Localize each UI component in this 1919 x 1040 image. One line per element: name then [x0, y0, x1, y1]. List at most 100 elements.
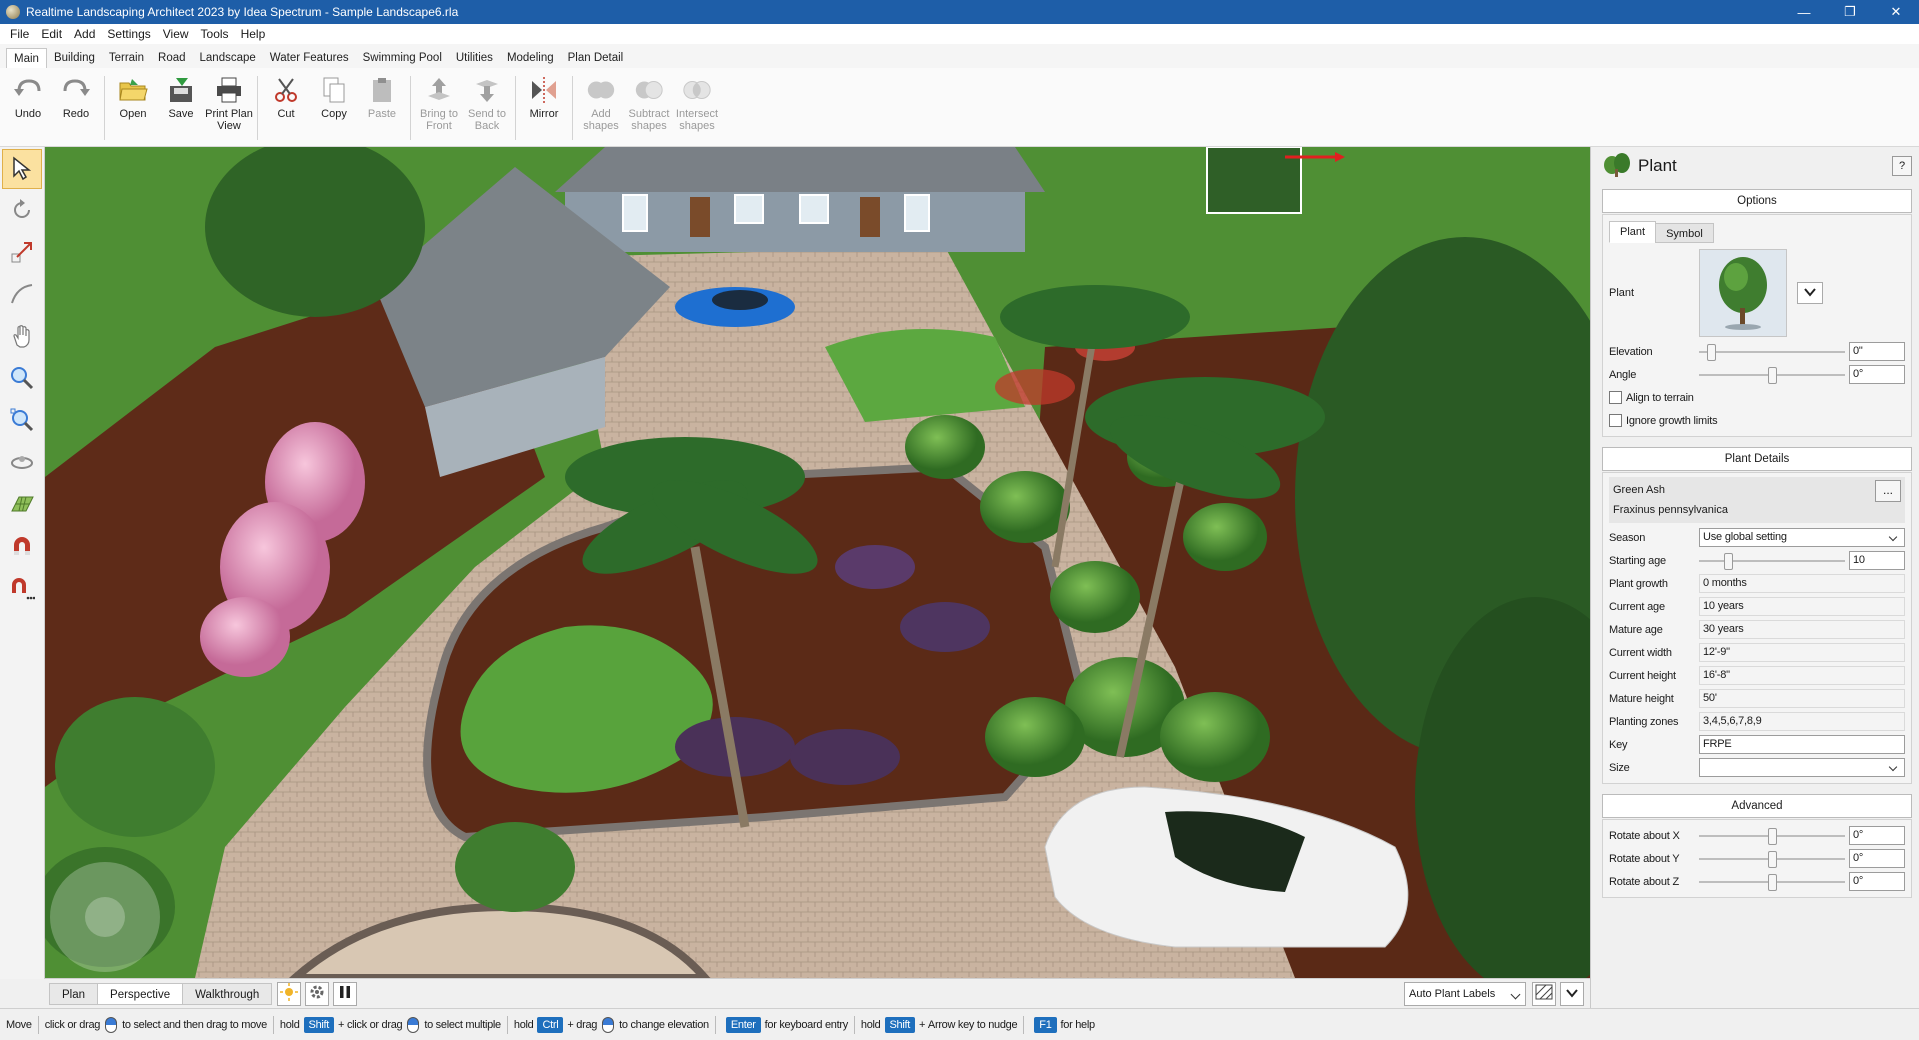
- pan-tool[interactable]: [2, 317, 42, 357]
- app-icon: [6, 5, 20, 19]
- tab-utilities[interactable]: Utilities: [449, 48, 500, 68]
- add-shapes-button[interactable]: Add shapes: [577, 74, 625, 146]
- view-tab-perspective[interactable]: Perspective: [97, 982, 184, 1005]
- title-bar: Realtime Landscaping Architect 2023 by I…: [0, 0, 1919, 24]
- zoom-tool[interactable]: [2, 359, 42, 399]
- select-tool[interactable]: [2, 149, 42, 189]
- orbit-tool[interactable]: [2, 443, 42, 483]
- resize-tool[interactable]: [2, 233, 42, 273]
- advanced-section-header[interactable]: Advanced: [1602, 794, 1912, 818]
- menu-add[interactable]: Add: [68, 24, 101, 44]
- browse-button[interactable]: ...: [1875, 480, 1901, 502]
- rotate-z-input[interactable]: 0°: [1849, 872, 1905, 891]
- tab-building[interactable]: Building: [47, 48, 102, 68]
- elevation-input[interactable]: 0": [1849, 342, 1905, 361]
- menu-edit[interactable]: Edit: [35, 24, 68, 44]
- rotate-x-input[interactable]: 0°: [1849, 826, 1905, 845]
- tab-water-features[interactable]: Water Features: [263, 48, 356, 68]
- toolbar-separator: [104, 76, 105, 140]
- menu-file[interactable]: File: [4, 24, 35, 44]
- grid-tool[interactable]: [2, 485, 42, 525]
- botanical-name: Fraxinus pennsylvanica: [1613, 504, 1728, 516]
- mature-height-value: 50': [1699, 689, 1905, 708]
- copy-button[interactable]: Copy: [310, 74, 358, 146]
- menu-help[interactable]: Help: [235, 24, 272, 44]
- paste-button[interactable]: Paste: [358, 74, 406, 146]
- plant-chooser-button[interactable]: [1797, 282, 1823, 304]
- options-section-header[interactable]: Options: [1602, 189, 1912, 213]
- label-style-button[interactable]: [1532, 981, 1556, 1006]
- plant-labels-dropdown[interactable]: Auto Plant Labels: [1404, 981, 1526, 1006]
- season-dropdown[interactable]: Use global setting: [1699, 528, 1905, 547]
- zoom-extents-tool[interactable]: [2, 401, 42, 441]
- print-plan-view-button[interactable]: Print Plan View: [205, 74, 253, 146]
- tab-road[interactable]: Road: [151, 48, 193, 68]
- plant-details-section-header[interactable]: Plant Details: [1602, 447, 1912, 471]
- render-settings-button[interactable]: [305, 981, 330, 1006]
- tab-main[interactable]: Main: [6, 48, 47, 68]
- view-options-button[interactable]: [1560, 981, 1584, 1006]
- help-button[interactable]: ?: [1892, 156, 1912, 176]
- key-input[interactable]: FRPE: [1699, 735, 1905, 754]
- plant-label: Plant: [1609, 287, 1635, 299]
- cut-button[interactable]: Cut: [262, 74, 310, 146]
- rotate-y-input[interactable]: 0°: [1849, 849, 1905, 868]
- snap-tool[interactable]: [2, 527, 42, 567]
- plant-thumbnail[interactable]: [1699, 249, 1787, 337]
- send-to-back-button[interactable]: Send to Back: [463, 74, 511, 146]
- elevation-slider[interactable]: [1699, 342, 1845, 361]
- view-tab-walkthrough[interactable]: Walkthrough: [182, 982, 273, 1005]
- view-tab-plan[interactable]: Plan: [49, 982, 99, 1005]
- size-dropdown[interactable]: [1699, 758, 1905, 777]
- close-button[interactable]: ✕: [1873, 0, 1919, 24]
- ignore-growth-limits-checkbox[interactable]: [1609, 414, 1622, 427]
- save-button[interactable]: Save: [157, 74, 205, 146]
- menu-view[interactable]: View: [157, 24, 195, 44]
- tab-landscape[interactable]: Landscape: [193, 48, 263, 68]
- subtab-plant[interactable]: Plant: [1609, 221, 1657, 243]
- angle-row: Angle 0°: [1609, 363, 1905, 386]
- align-to-terrain-checkbox[interactable]: [1609, 391, 1622, 404]
- sun-button[interactable]: [277, 981, 302, 1006]
- starting-age-input[interactable]: 10: [1849, 551, 1905, 570]
- options-group: Plant Symbol Plant Elevation 0" Angle 0°…: [1602, 214, 1912, 437]
- menu-tools[interactable]: Tools: [195, 24, 235, 44]
- rotate-x-slider[interactable]: [1699, 826, 1845, 845]
- redo-button[interactable]: Redo: [52, 74, 100, 146]
- clipboard-icon: [366, 74, 398, 106]
- tab-terrain[interactable]: Terrain: [102, 48, 151, 68]
- intersect-shapes-button[interactable]: Intersect shapes: [673, 74, 721, 146]
- bring-to-front-button[interactable]: Bring to Front: [415, 74, 463, 146]
- zoom-extents-icon: [9, 407, 35, 436]
- tab-modeling[interactable]: Modeling: [500, 48, 561, 68]
- menu-settings[interactable]: Settings: [101, 24, 156, 44]
- advanced-group: Rotate about X 0° Rotate about Y 0° Rota…: [1602, 819, 1912, 898]
- mirror-button[interactable]: Mirror: [520, 74, 568, 146]
- minimize-button[interactable]: —: [1781, 0, 1827, 24]
- enter-key-badge: Enter: [725, 1016, 761, 1033]
- open-button[interactable]: Open: [109, 74, 157, 146]
- perspective-viewport[interactable]: [45, 147, 1590, 978]
- subtab-symbol[interactable]: Symbol: [1655, 223, 1714, 243]
- mature-height-row: Mature height 50': [1609, 687, 1905, 710]
- tab-plan-detail[interactable]: Plan Detail: [561, 48, 631, 68]
- snap-options-tool[interactable]: [2, 569, 42, 609]
- restore-button[interactable]: ❐: [1827, 0, 1873, 24]
- starting-age-slider[interactable]: [1699, 551, 1845, 570]
- bring-to-front-icon: [423, 74, 455, 106]
- rotate-z-slider[interactable]: [1699, 872, 1845, 891]
- subtract-shapes-icon: [633, 74, 665, 106]
- angle-slider[interactable]: [1699, 365, 1845, 384]
- grid-icon: [9, 491, 35, 520]
- landscape-render: [45, 147, 1590, 978]
- curve-tool[interactable]: [2, 275, 42, 315]
- pause-button[interactable]: [333, 981, 358, 1006]
- rotate-y-slider[interactable]: [1699, 849, 1845, 868]
- mature-age-row: Mature age 30 years: [1609, 618, 1905, 641]
- subtract-shapes-button[interactable]: Subtract shapes: [625, 74, 673, 146]
- undo-button[interactable]: Undo: [4, 74, 52, 146]
- angle-input[interactable]: 0°: [1849, 365, 1905, 384]
- rotate-tool[interactable]: [2, 191, 42, 231]
- magnet-icon: [9, 533, 35, 562]
- tab-swimming-pool[interactable]: Swimming Pool: [356, 48, 449, 68]
